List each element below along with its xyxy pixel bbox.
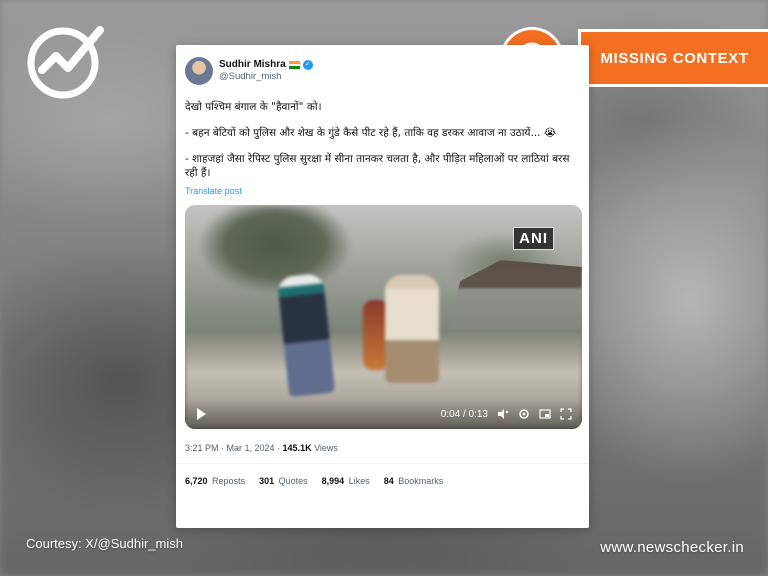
views-label: Views xyxy=(311,443,338,453)
video-controls-right: 0:04 / 0:13 xyxy=(441,408,572,420)
avatar[interactable] xyxy=(185,57,213,85)
author-name-row: Sudhir Mishra ✓ xyxy=(219,59,313,71)
reposts-count: 6,720 xyxy=(185,476,208,486)
missing-context-badge: MISSING CONTEXT xyxy=(578,29,768,87)
play-icon[interactable] xyxy=(197,408,206,420)
tweet-paragraph-2: - बहन बेटियों को पुलिस और शेख के गुंडे क… xyxy=(185,127,557,139)
video-time: 0:04 / 0:13 xyxy=(440,408,488,420)
verified-badge-icon: ✓ xyxy=(302,60,313,70)
translate-post-link[interactable]: Translate post xyxy=(185,186,581,196)
tweet-timestamp: 3:21 PM · Mar 1, 2024 · 145.1K Views xyxy=(185,441,581,463)
bookmarks-count: 84 xyxy=(383,476,394,486)
ani-watermark: ANI xyxy=(513,227,554,250)
likes-label: Likes xyxy=(348,476,370,486)
quotes-count: 301 xyxy=(259,476,275,486)
tweet-paragraph-1: देखो पश्चिम बंगाल के "हैवानों" को। xyxy=(185,101,322,113)
author-handle[interactable]: @Sudhir_mish xyxy=(219,71,313,83)
author-name[interactable]: Sudhir Mishra xyxy=(219,59,286,71)
tweet-stats: 6,720 Reposts 301 Quotes 8,994 Likes 84 … xyxy=(185,464,581,498)
video-controls: 0:04 / 0:13 xyxy=(185,399,582,429)
tweet-header: Sudhir Mishra ✓ @Sudhir_mish xyxy=(185,55,581,87)
india-flag-icon xyxy=(288,61,300,70)
volume-icon[interactable] xyxy=(497,408,509,420)
views-count: 145.1K xyxy=(282,443,312,453)
newschecker-logo-icon xyxy=(27,26,104,99)
likes-count: 8,994 xyxy=(321,476,345,486)
quotes-stat[interactable]: 301 Quotes xyxy=(259,476,308,486)
tweet-paragraph-3: - शाहजहां जैसा रेपिस्ट पुलिस सुरक्षा में… xyxy=(185,153,570,179)
settings-gear-icon[interactable] xyxy=(518,408,530,420)
likes-stat[interactable]: 8,994 Likes xyxy=(322,476,370,486)
tweet-text: देखो पश्चिम बंगाल के "हैवानों" को। - बहन… xyxy=(185,100,581,180)
tweet-card: Sudhir Mishra ✓ @Sudhir_mish देखो पश्चिम… xyxy=(176,45,589,528)
picture-in-picture-icon[interactable] xyxy=(539,408,551,420)
post-time[interactable]: 3:21 PM · Mar 1, 2024 · xyxy=(185,443,283,453)
fullscreen-icon[interactable] xyxy=(560,408,572,420)
quotes-label: Quotes xyxy=(278,476,308,486)
site-url: www.newschecker.in xyxy=(600,539,744,556)
video-player[interactable]: ANI 0:04 / 0:13 xyxy=(185,205,582,429)
bookmarks-stat[interactable]: 84 Bookmarks xyxy=(384,476,444,486)
courtesy-caption: Courtesy: X/@Sudhir_mish xyxy=(26,536,183,551)
video-frame-person xyxy=(385,275,439,383)
bookmarks-label: Bookmarks xyxy=(398,476,444,486)
reposts-stat[interactable]: 6,720 Reposts xyxy=(185,476,245,486)
author-block: Sudhir Mishra ✓ @Sudhir_mish xyxy=(219,59,313,83)
reposts-label: Reposts xyxy=(212,476,246,486)
